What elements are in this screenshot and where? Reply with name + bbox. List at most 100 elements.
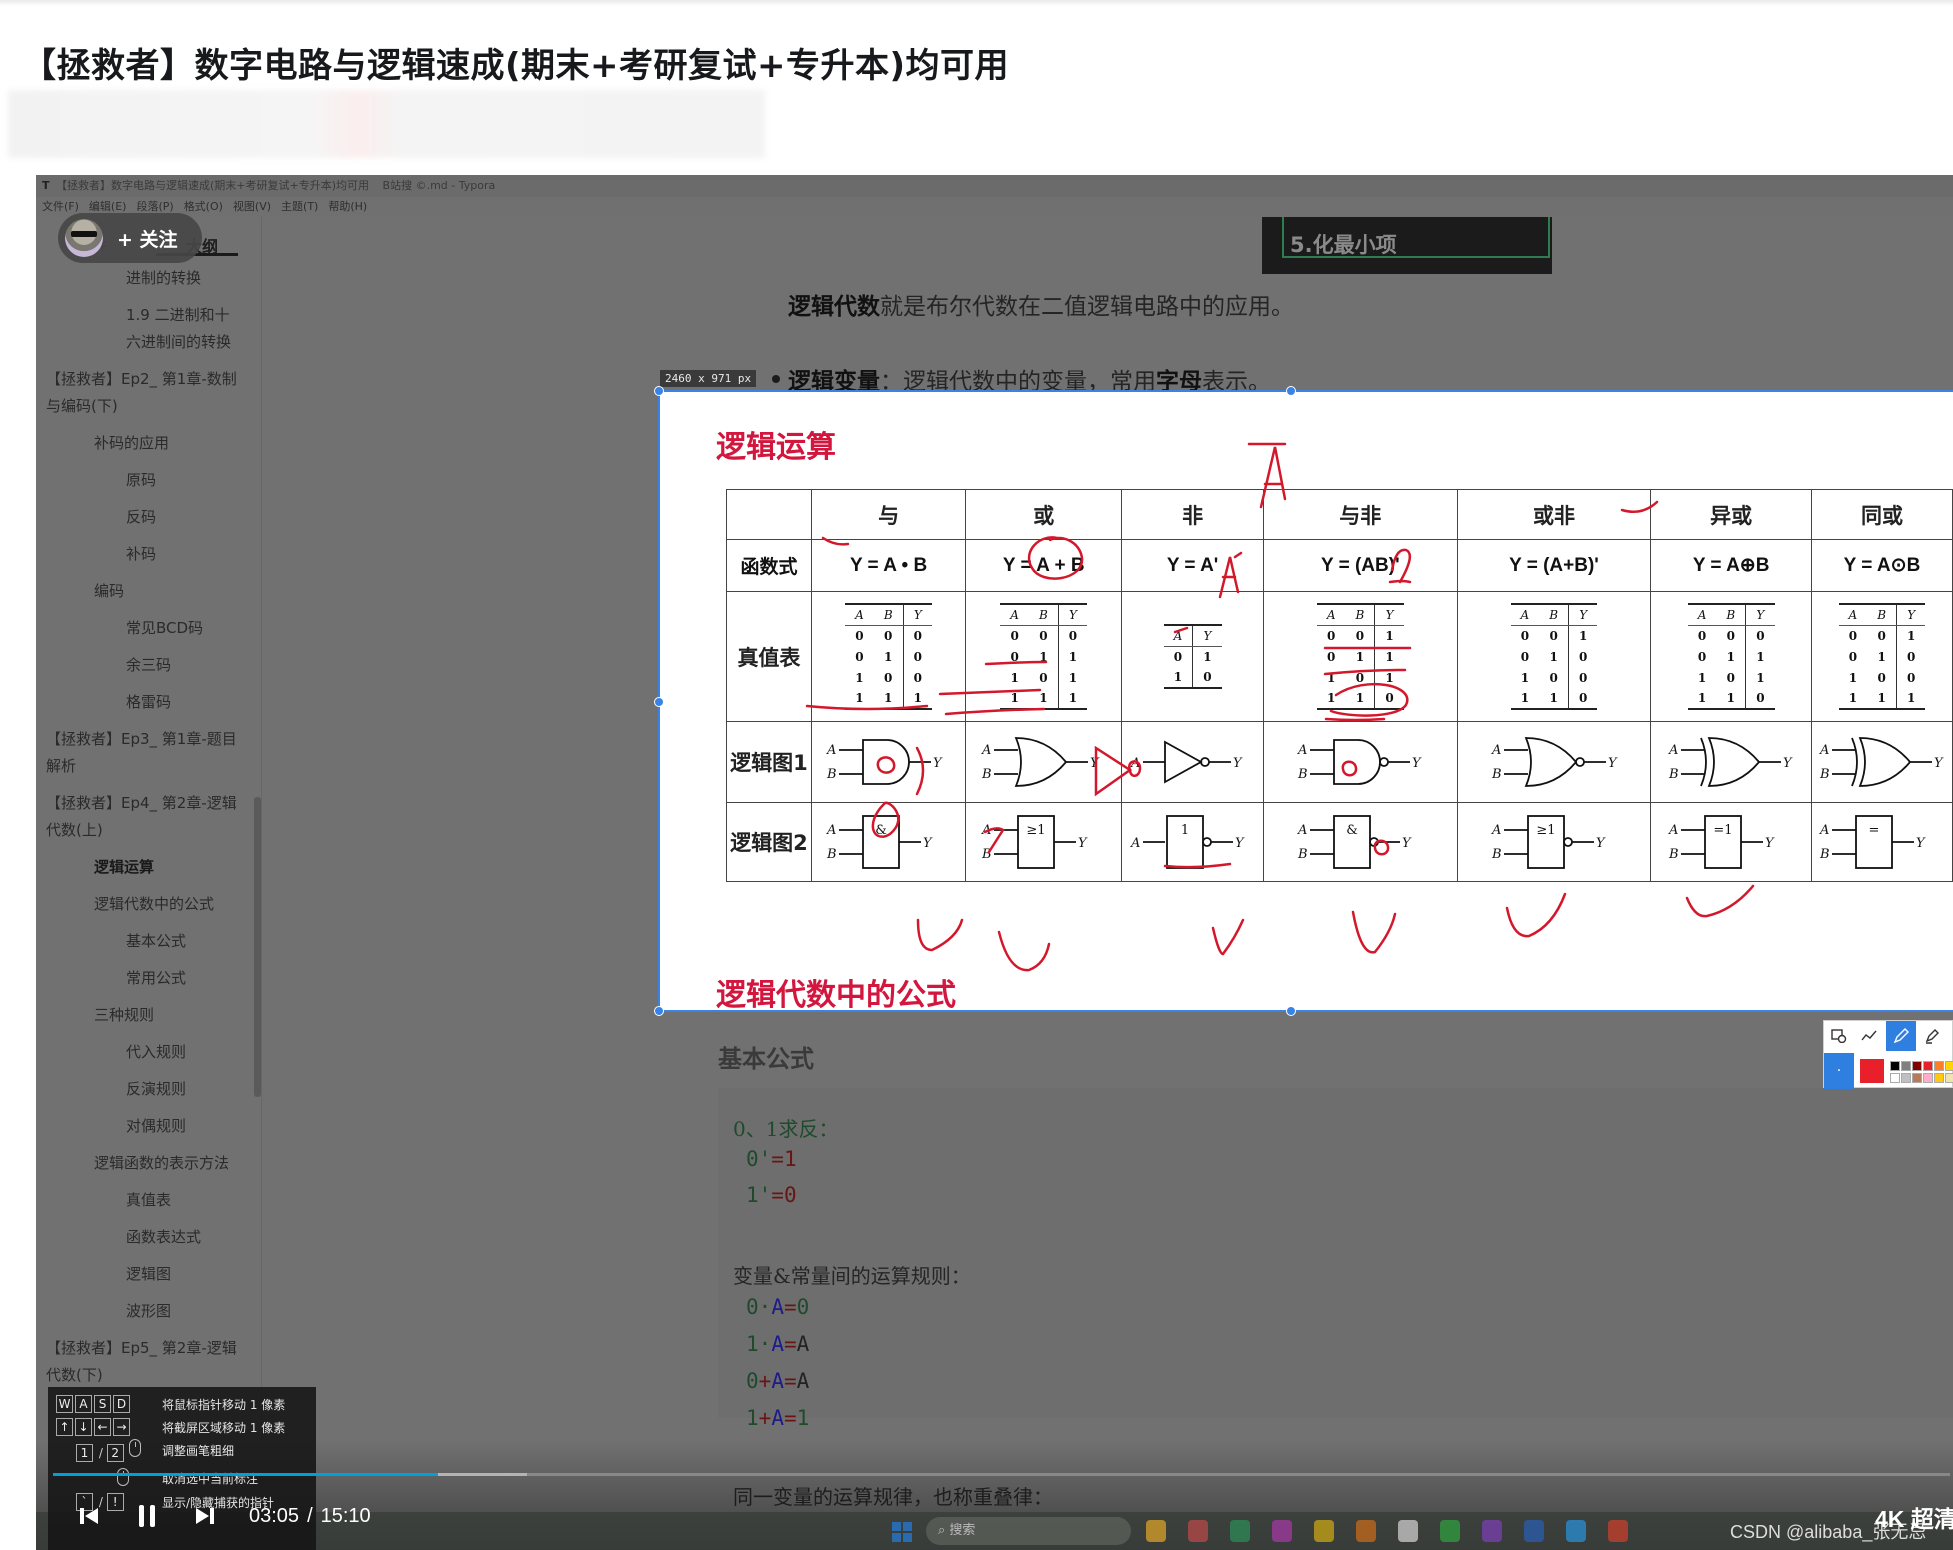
color-swatch[interactable] (1890, 1061, 1900, 1071)
menu-item[interactable]: 帮助(H) (328, 200, 367, 213)
outline-item[interactable]: 格雷码 (36, 689, 246, 716)
truth-value: 0 (902, 646, 932, 667)
color-swatch[interactable] (1901, 1073, 1911, 1083)
color-swatch[interactable] (1912, 1073, 1922, 1083)
outline-item[interactable]: 对偶规则 (36, 1113, 246, 1140)
truth-table-row: 1 00 (1511, 667, 1598, 688)
svg-text:B: B (1668, 847, 1679, 862)
outline-item[interactable]: 【拯救者】Ep5_ 第2章-逻辑代数(下) (36, 1335, 246, 1389)
uploader-avatar[interactable] (65, 219, 103, 257)
outline-item[interactable]: 反码 (36, 504, 246, 531)
outline-item[interactable]: 代入规则 (36, 1039, 246, 1066)
typora-window-title-suffix: B站搜 ©.md - Typora (382, 179, 496, 192)
menu-item[interactable]: 格式(O) (184, 200, 223, 213)
mouse-icon (128, 1438, 141, 1457)
outline-item[interactable]: 真值表 (36, 1187, 246, 1214)
svg-text:B: B (1819, 767, 1830, 782)
outline-item[interactable]: 反演规则 (36, 1076, 246, 1103)
pen-size-button[interactable]: · (1824, 1053, 1854, 1089)
outline-item[interactable]: 函数表达式 (36, 1224, 246, 1251)
marker-tool-button[interactable] (1917, 1021, 1947, 1051)
outline-item[interactable]: 【拯救者】Ep3_ 第1章-题目解析 (36, 726, 246, 780)
outline-item[interactable]: 补码 (36, 541, 246, 568)
current-color-swatch[interactable] (1860, 1059, 1884, 1083)
snip-title-logic-operations: 逻辑运算 (716, 430, 836, 465)
app-12-icon[interactable] (1608, 1520, 1628, 1542)
resize-handle-left[interactable] (654, 697, 664, 707)
app-6-icon[interactable] (1356, 1520, 1376, 1542)
onenote-icon[interactable] (1482, 1520, 1502, 1542)
menu-item[interactable]: 视图(V) (233, 200, 271, 213)
svg-text:≥1: ≥1 (1026, 823, 1045, 838)
app-10-icon[interactable] (1524, 1520, 1544, 1542)
chrome-icon[interactable] (1146, 1520, 1166, 1542)
next-button[interactable] (191, 1502, 219, 1530)
progress-bar[interactable] (53, 1473, 1950, 1476)
color-swatch[interactable] (1912, 1061, 1922, 1071)
truth-table-cell: ABY000011101111 (965, 591, 1123, 722)
truth-value: 0 (1726, 628, 1735, 643)
truth-value: 1 (1549, 691, 1558, 705)
outline-item[interactable]: 逻辑图 (36, 1261, 246, 1288)
outline-item[interactable]: 原码 (36, 467, 246, 494)
outline-item[interactable]: 余三码 (36, 652, 246, 679)
truth-value: 0 (1877, 628, 1886, 643)
logic-diagram-cell: AY (1121, 721, 1264, 803)
outline-item[interactable]: 【拯救者】Ep2_ 第1章-数制与编码(下) (36, 366, 246, 420)
menu-item[interactable]: 编辑(E) (89, 200, 127, 213)
menu-item[interactable]: 段落(P) (136, 200, 173, 213)
outline-item[interactable]: 基本公式 (36, 928, 246, 955)
outline-item[interactable]: 【拯救者】Ep4_ 第2章-逻辑代数(上) (36, 790, 246, 844)
follow-button[interactable]: + 关注 (58, 213, 202, 263)
outline-item[interactable]: 常见BCD码 (36, 615, 246, 642)
resize-handle-bottom-left[interactable] (654, 1006, 664, 1016)
app-11-icon[interactable] (1566, 1520, 1586, 1542)
formula-cell: Y = A • B (810, 539, 967, 592)
color-swatch[interactable] (1923, 1073, 1933, 1083)
app-2-icon[interactable] (1188, 1520, 1208, 1542)
outline-item[interactable]: 进制的转换 (36, 265, 246, 292)
intellij-icon[interactable] (1272, 1520, 1292, 1542)
truth-value: 0 (1697, 649, 1707, 664)
outline-item[interactable]: 逻辑运算 (36, 854, 246, 881)
table-corner (726, 489, 812, 540)
outline-item[interactable]: 三种规则 (36, 1002, 246, 1029)
outline-item[interactable]: 编码 (36, 578, 246, 605)
logic-diagram-cell: AB Y (1262, 721, 1458, 803)
pause-button[interactable] (133, 1502, 161, 1530)
color-swatch[interactable] (1923, 1061, 1933, 1071)
outline-item[interactable]: 1.9 二进制和十六进制间的转换 (36, 302, 246, 356)
truth-value: 1 (855, 691, 864, 705)
follow-label: + 关注 (117, 228, 178, 251)
truth-value: 0 (1877, 670, 1886, 685)
sidebar-scrollbar[interactable] (254, 797, 261, 1097)
previous-button[interactable] (75, 1502, 103, 1530)
line-tool-button[interactable] (1855, 1021, 1885, 1051)
menu-item[interactable]: 文件(F) (42, 200, 79, 213)
outline-item[interactable]: 逻辑函数的表示方法 (36, 1150, 246, 1177)
clion-icon[interactable] (1230, 1520, 1250, 1542)
outline-item[interactable]: 波形图 (36, 1298, 246, 1325)
resize-handle-top-left[interactable] (654, 386, 664, 396)
truth-value: 1 (1192, 646, 1222, 667)
outline-item[interactable]: 常用公式 (36, 965, 246, 992)
menu-item[interactable]: 主题(T) (281, 200, 318, 213)
color-swatch[interactable] (1945, 1061, 1953, 1071)
app-8-icon[interactable] (1440, 1520, 1460, 1542)
pen-tool-button[interactable] (1886, 1021, 1916, 1051)
screenshot-selection[interactable]: 逻辑运算 与或非与非 或非 异或 同或 函数式 Y = A • BY = A + BY … (654, 386, 1953, 1016)
outline-item[interactable]: 逻辑代数中的公式 (36, 891, 246, 918)
shape-tool-button[interactable] (1824, 1021, 1854, 1051)
quality-badge[interactable]: 4K 超清 (1875, 1500, 1953, 1534)
typora-icon[interactable] (1398, 1520, 1418, 1542)
color-swatch[interactable] (1945, 1073, 1953, 1083)
outline-list: 进制的转换 1.9 二进制和十六进制间的转换 【拯救者】Ep2_ 第1章-数制与编码… (36, 265, 246, 1399)
color-swatch[interactable] (1890, 1073, 1900, 1083)
color-swatch[interactable] (1934, 1073, 1944, 1083)
resize-handle-bottom[interactable] (1286, 1006, 1296, 1016)
outline-item[interactable]: 补码的应用 (36, 430, 246, 457)
color-swatch[interactable] (1934, 1061, 1944, 1071)
resize-handle-top[interactable] (1286, 386, 1296, 396)
color-swatch[interactable] (1901, 1061, 1911, 1071)
app-5-icon[interactable] (1314, 1520, 1334, 1542)
